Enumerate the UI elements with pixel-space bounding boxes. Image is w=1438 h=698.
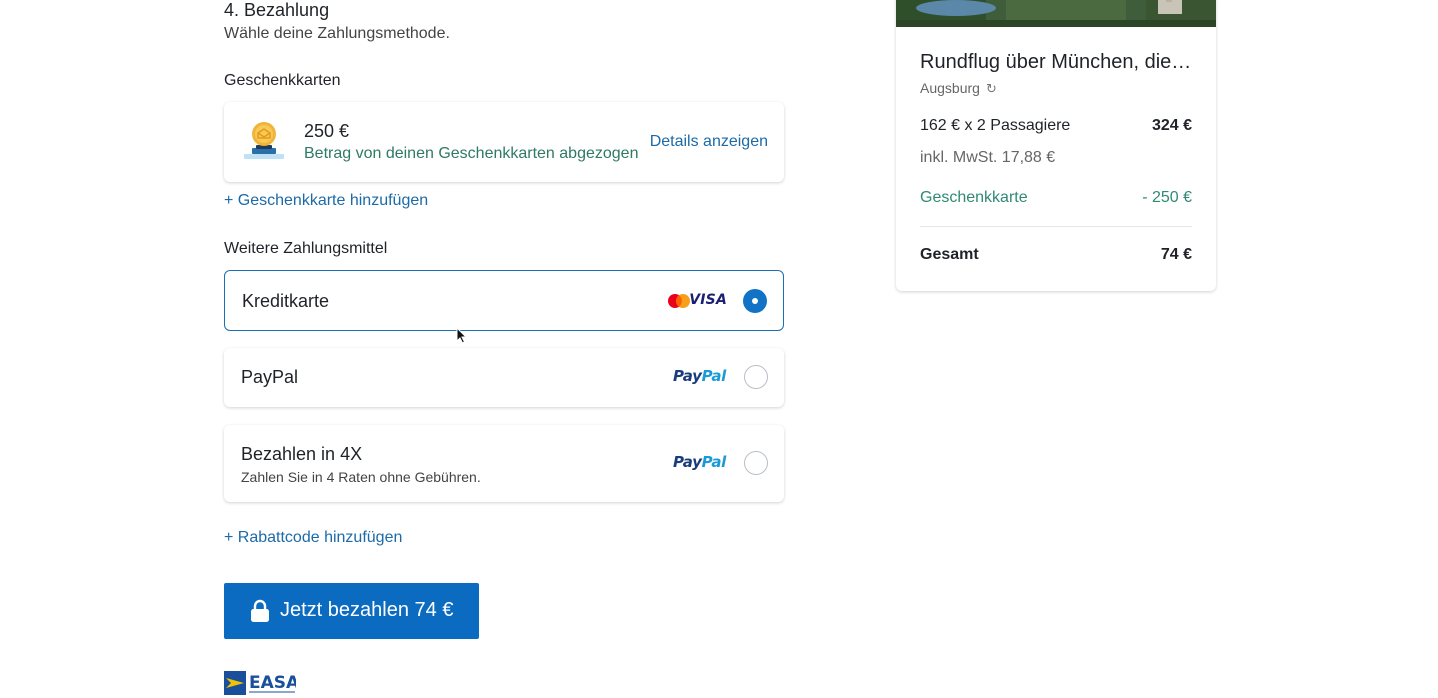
refresh-icon: ↻ xyxy=(985,81,997,96)
flight-photo xyxy=(896,0,1216,27)
svg-text:EASA: EASA xyxy=(249,673,296,693)
payment-option-pay-in-4[interactable]: Bezahlen in 4X Zahlen Sie in 4 Raten ohn… xyxy=(224,425,784,502)
pay-now-label: Jetzt bezahlen 74 € xyxy=(280,599,454,621)
mastercard-icon xyxy=(668,294,690,308)
summary-location: Augsburg ↻ xyxy=(920,80,997,96)
other-methods-label: Weitere Zahlungsmittel xyxy=(224,240,388,257)
payment-option-label: Kreditkarte xyxy=(242,291,330,311)
mouse-pointer-icon xyxy=(456,327,468,344)
booking-summary-card: Rundflug über München, die… Augsburg ↻ 16… xyxy=(896,0,1216,291)
lock-icon xyxy=(251,599,269,622)
step-subtitle: Wähle deine Zahlungsmethode. xyxy=(224,25,450,42)
step-title: 4. Bezahlung xyxy=(224,0,330,20)
gift-section-label: Geschenkkarten xyxy=(224,72,341,89)
gift-card-summary: 250 € Betrag von deinen Geschenkkarten a… xyxy=(224,102,784,182)
pay-in-4-radio[interactable] xyxy=(744,451,768,475)
easa-logo-icon: EASA xyxy=(224,671,296,695)
payment-option-credit-card[interactable]: Kreditkarte VISA xyxy=(224,270,784,331)
payment-option-paypal[interactable]: PayPal PayPal xyxy=(224,348,784,407)
add-gift-card-link[interactable]: + Geschenkkarte hinzufügen xyxy=(224,192,428,210)
visa-icon: VISA xyxy=(689,292,727,308)
paypal-radio[interactable] xyxy=(744,365,768,389)
payment-option-description: Zahlen Sie in 4 Raten ohne Gebühren. xyxy=(241,469,481,485)
payment-option-label: PayPal xyxy=(241,367,299,387)
add-discount-code-link[interactable]: + Rabattcode hinzufügen xyxy=(224,529,402,547)
gift-card-note: Betrag von deinen Geschenkkarten abgezog… xyxy=(304,145,639,162)
summary-title: Rundflug über München, die… xyxy=(920,51,1192,73)
credit-card-radio[interactable] xyxy=(743,289,767,313)
gift-card-details-link[interactable]: Details anzeigen xyxy=(650,133,768,151)
paypal-logo-icon: PayPal xyxy=(673,367,726,385)
paypal-logo-icon: PayPal xyxy=(673,453,726,471)
gift-card-coin-icon xyxy=(244,122,284,159)
pay-now-button[interactable]: Jetzt bezahlen 74 € xyxy=(224,583,479,639)
summary-divider xyxy=(920,226,1192,227)
payment-option-label: Bezahlen in 4X xyxy=(241,444,363,464)
gift-card-amount: 250 € xyxy=(304,121,350,141)
